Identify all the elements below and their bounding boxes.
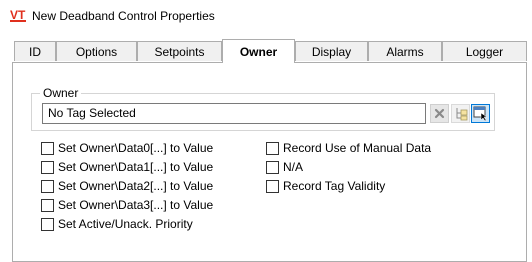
checkbox-label: Set Active/Unack. Priority <box>58 217 193 231</box>
tab-options[interactable]: Options <box>56 41 137 61</box>
checkbox-box[interactable] <box>41 217 54 231</box>
checkbox-box[interactable] <box>266 179 279 193</box>
checkbox-box[interactable] <box>41 179 54 193</box>
browse-tag-tree-button[interactable] <box>451 104 470 123</box>
tab-label: Logger <box>465 45 504 59</box>
select-tag-icon <box>473 106 488 121</box>
owner-tag-field[interactable]: No Tag Selected <box>42 103 426 124</box>
owner-group-label: Owner <box>40 86 82 100</box>
clear-owner-button[interactable] <box>430 104 449 123</box>
tab-label: Display <box>311 45 352 59</box>
checkbox-label: Record Use of Manual Data <box>283 141 432 155</box>
checkbox-label: Set Owner\Data1[...] to Value <box>58 160 214 174</box>
checkbox-box[interactable] <box>266 141 279 155</box>
clear-x-icon <box>434 108 445 119</box>
set-active-unack-priority-checkbox[interactable]: Set Active/Unack. Priority <box>41 216 193 232</box>
checkbox-label: N/A <box>283 160 304 174</box>
tab-alarms[interactable]: Alarms <box>368 41 442 61</box>
title-bar: VT New Deadband Control Properties <box>0 0 532 32</box>
select-tag-button[interactable] <box>471 104 490 123</box>
tab-strip: ID Options Setpoints Owner Display Alarm… <box>0 39 532 63</box>
tag-tree-icon <box>456 107 467 120</box>
window-title: New Deadband Control Properties <box>32 9 215 23</box>
set-owner-data3-checkbox[interactable]: Set Owner\Data3[...] to Value <box>41 197 213 213</box>
app-icon-text: VT <box>10 8 26 22</box>
tab-owner[interactable]: Owner <box>222 39 295 63</box>
tab-id[interactable]: ID <box>14 41 56 61</box>
tab-display[interactable]: Display <box>295 41 368 61</box>
record-use-of-manual-data-checkbox[interactable]: Record Use of Manual Data <box>266 140 431 156</box>
tab-setpoints[interactable]: Setpoints <box>137 41 222 61</box>
checkbox-label: Record Tag Validity <box>283 179 386 193</box>
set-owner-data1-checkbox[interactable]: Set Owner\Data1[...] to Value <box>41 159 213 175</box>
checkbox-box[interactable] <box>41 141 54 155</box>
tab-label: Owner <box>239 45 278 59</box>
tab-label: ID <box>29 45 41 59</box>
checkbox-label: Set Owner\Data2[...] to Value <box>58 179 214 193</box>
checkbox-box[interactable] <box>41 160 54 174</box>
checkbox-box[interactable] <box>266 160 279 174</box>
tab-label: Setpoints <box>154 45 205 59</box>
checkbox-label: Set Owner\Data3[...] to Value <box>58 198 214 212</box>
tab-logger[interactable]: Logger <box>442 41 527 61</box>
tab-label: Alarms <box>386 45 424 59</box>
na-checkbox[interactable]: N/A <box>266 159 303 175</box>
record-tag-validity-checkbox[interactable]: Record Tag Validity <box>266 178 385 194</box>
set-owner-data2-checkbox[interactable]: Set Owner\Data2[...] to Value <box>41 178 213 194</box>
set-owner-data0-checkbox[interactable]: Set Owner\Data0[...] to Value <box>41 140 213 156</box>
checkbox-label: Set Owner\Data0[...] to Value <box>58 141 214 155</box>
vtscada-app-icon: VT <box>10 8 26 22</box>
checkbox-box[interactable] <box>41 198 54 212</box>
tab-label: Options <box>75 45 118 59</box>
